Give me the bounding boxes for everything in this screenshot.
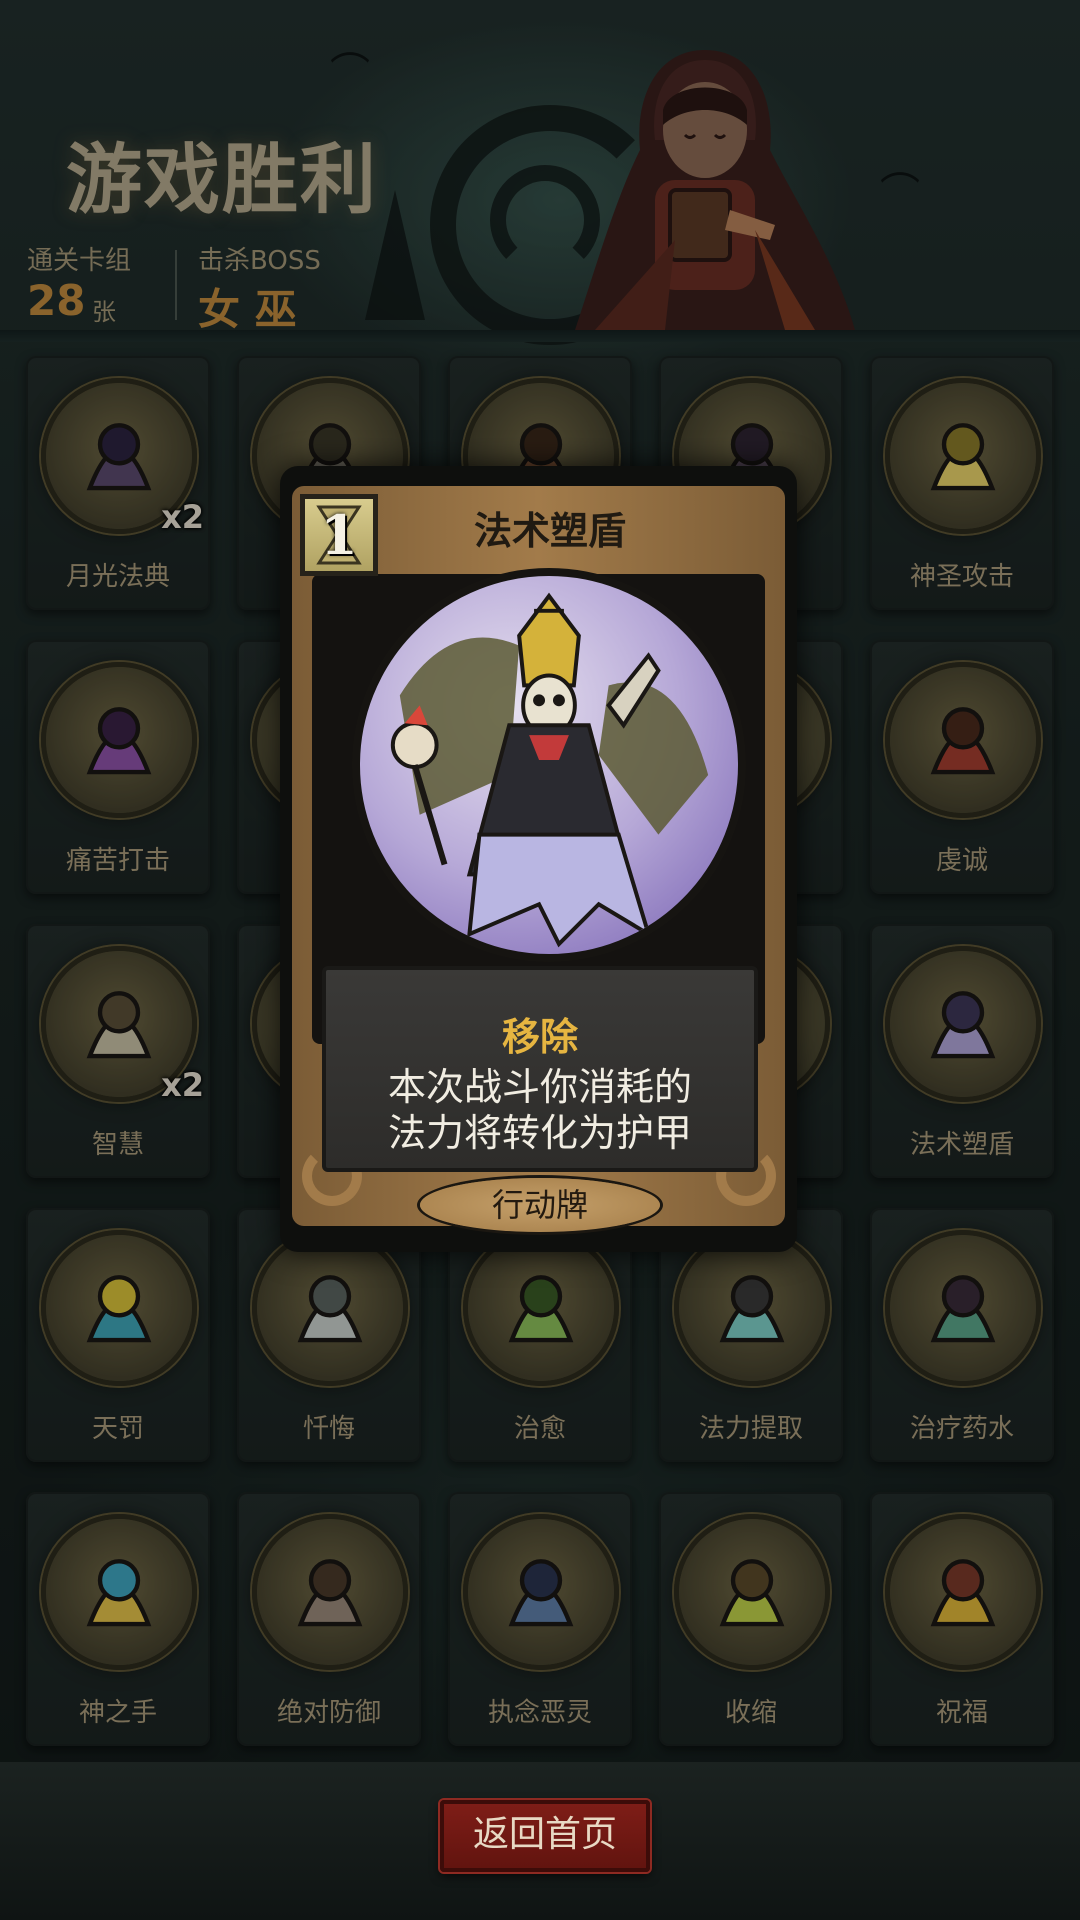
card-detail-popup[interactable]: 1 法术塑盾 移除 本次战斗你消耗的 法力将转化为护甲 行动牌 (280, 466, 797, 1252)
card-title: 法术塑盾 (473, 509, 626, 553)
card-art (352, 568, 746, 962)
lich-illustration (390, 592, 709, 948)
card-desc-line-2: 法力将转化为护甲 (387, 1111, 692, 1155)
return-home-button[interactable]: 返回首页 (440, 1800, 650, 1872)
card-cost: 1 (320, 503, 358, 567)
card-type-badge: 行动牌 (420, 1178, 660, 1232)
card-description: 移除 本次战斗你消耗的 法力将转化为护甲 (322, 966, 758, 1172)
card-cost-badge: 1 (300, 494, 378, 576)
card-keyword: 移除 (501, 1015, 578, 1059)
